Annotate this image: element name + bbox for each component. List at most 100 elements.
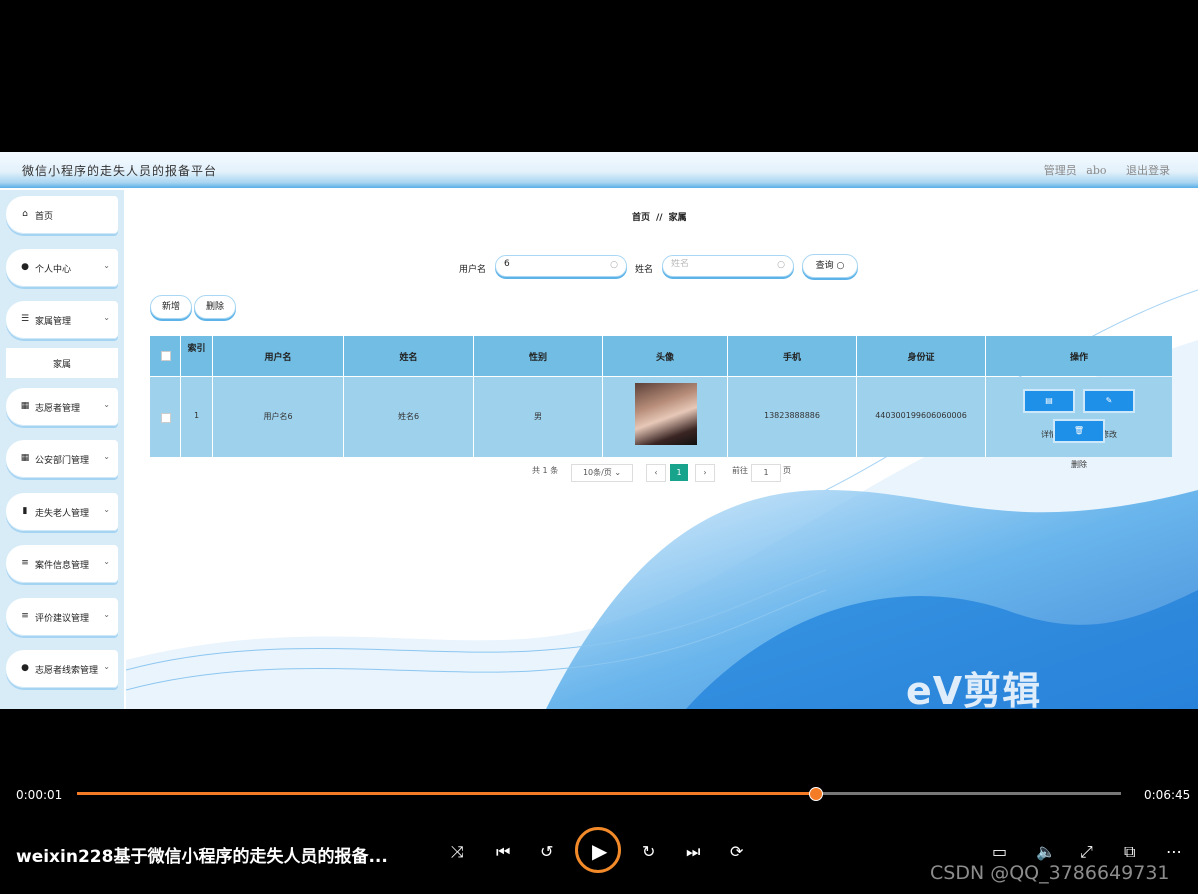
cell-gender: 男	[474, 377, 603, 457]
cell-index: 1	[181, 377, 213, 457]
row-delete-button-label: 删除	[1071, 460, 1087, 469]
more-icon[interactable]: ⋯	[1166, 842, 1182, 861]
breadcrumb: 首页 // 家属	[632, 210, 687, 223]
cell-id-card: 440300199606060006	[857, 377, 986, 457]
previous-icon[interactable]: ⏮	[496, 842, 510, 862]
sidebar-item-label: 家属管理	[35, 317, 72, 327]
pin-icon: ●	[21, 663, 29, 673]
header-ops: 操作	[986, 336, 1172, 376]
cell-username-value: 用户名6	[263, 412, 293, 421]
shuffle-icon[interactable]: ⤨	[451, 842, 464, 862]
progress-track[interactable]	[77, 787, 1121, 801]
rewind-10-icon[interactable]: ↺	[540, 842, 553, 861]
sidebar-item-feedback-management[interactable]: ≡ 评价建议管理 ⌄	[6, 598, 118, 636]
header-gender-label: 性别	[528, 353, 547, 363]
select-all-cell	[150, 336, 181, 376]
pager-total: 共 1 条	[532, 465, 558, 476]
sidebar-subitem-label: 家属	[52, 360, 71, 370]
cell-id-card-value: 440300199606060006	[875, 411, 967, 420]
sidebar-item-home[interactable]: ⌂ 首页	[6, 196, 118, 234]
name-search-label: 姓名	[635, 265, 654, 275]
progress-knob[interactable]	[809, 787, 824, 801]
sidebar-item-label: 志愿者管理	[35, 404, 81, 414]
main-content: 首页 // 家属 用户名 ○ 姓名 ○ 查询 ○ 新增 删除 索引 用户名 姓名 性…	[126, 190, 1198, 709]
breadcrumb-separator: //	[656, 213, 663, 223]
sliders-icon: ☰	[20, 314, 30, 324]
page-size-select[interactable]: 10条/页 ⌄	[571, 464, 633, 482]
search-icon: ○	[836, 261, 845, 271]
sidebar-item-police-management[interactable]: ▦ 公安部门管理 ⌄	[6, 440, 118, 478]
grid-icon: ▦	[20, 401, 30, 411]
progress-fill	[77, 792, 816, 795]
header-ops-label: 操作	[1069, 353, 1088, 363]
goto-page-input[interactable]: 1	[751, 464, 781, 482]
goto-suffix: 页	[783, 466, 791, 475]
header-avatar: 头像	[603, 336, 728, 376]
next-icon[interactable]: ⏭	[686, 842, 700, 862]
sidebar-item-volunteer-clue-management[interactable]: ● 志愿者线索管理 ⌄	[6, 650, 118, 688]
app-window: 微信小程序的走失人员的报备平台 管理员 abo 退出登录 ⌂ 首页 ● 个人中心…	[0, 152, 1198, 709]
pager-total-count: 1	[542, 466, 548, 475]
avatar	[635, 383, 697, 445]
table-header: 索引 用户名 姓名 性别 头像 手机 身份证 操作	[150, 336, 1172, 376]
detail-button[interactable]: ▤ 详情	[1023, 389, 1075, 439]
sidebar-item-case-management[interactable]: ≡ 案件信息管理 ⌄	[6, 545, 118, 583]
play-button[interactable]: ▶	[575, 827, 621, 873]
breadcrumb-current: 家属	[668, 213, 687, 223]
username-search-input[interactable]	[504, 259, 604, 269]
cell-phone-value: 13823888886	[764, 411, 820, 420]
chevron-down-icon: ⌄	[103, 610, 110, 619]
family-table: 索引 用户名 姓名 性别 头像 手机 身份证 操作 1 用户名6 姓名6 男 1…	[150, 336, 1172, 469]
sidebar-item-label: 首页	[35, 212, 54, 222]
play-icon: ▶	[592, 839, 608, 863]
pager-total-suffix: 条	[550, 466, 559, 475]
fullscreen-icon[interactable]: ⤢	[1080, 842, 1093, 862]
current-time: 0:00:01	[16, 788, 63, 802]
breadcrumb-home[interactable]: 首页	[632, 213, 650, 223]
header-username: 用户名	[213, 336, 344, 376]
forward-30-icon[interactable]: ↻	[642, 842, 655, 861]
sidebar-item-missing-elderly-management[interactable]: ▮ 走失老人管理 ⌄	[6, 493, 118, 531]
search-icon: ○	[777, 260, 785, 270]
username-search-field[interactable]: ○	[495, 255, 627, 277]
subtitles-icon[interactable]: ▭	[992, 842, 1007, 861]
chevron-down-icon: ⌄	[103, 557, 110, 566]
edit-button[interactable]: ✎ 修改	[1083, 389, 1135, 439]
cell-gender-value: 男	[534, 412, 542, 421]
name-search-input[interactable]	[671, 259, 771, 269]
sidebar-item-family-management[interactable]: ☰ 家属管理 ⌄	[6, 301, 118, 339]
next-page-button[interactable]: ›	[695, 464, 715, 482]
header-phone-label: 手机	[782, 353, 801, 363]
delete-button[interactable]: 删除	[194, 295, 236, 319]
sidebar-item-personal-center[interactable]: ● 个人中心 ⌄	[6, 249, 118, 287]
row-checkbox[interactable]	[161, 413, 171, 423]
sidebar-subitem-family[interactable]: 家属	[6, 348, 118, 378]
cell-avatar	[603, 377, 728, 457]
home-icon: ⌂	[22, 209, 28, 219]
header-username-label: 用户名	[264, 353, 292, 363]
page-1-button[interactable]: 1	[670, 464, 688, 481]
prev-page-button[interactable]: ‹	[646, 464, 666, 482]
chevron-down-icon: ⌄	[103, 313, 110, 322]
header-name: 姓名	[344, 336, 474, 376]
logout-link[interactable]: 退出登录	[1126, 164, 1170, 177]
video-player-controls: 0:00:01 0:06:45 weixin228基于微信小程序的走失人员的报备…	[0, 778, 1198, 894]
cell-name: 姓名6	[344, 377, 474, 457]
header-name-label: 姓名	[399, 353, 418, 363]
volume-icon[interactable]: 🔈	[1036, 842, 1056, 861]
add-button[interactable]: 新增	[150, 295, 192, 319]
role-label: 管理员	[1043, 164, 1077, 177]
header-index: 索引	[181, 336, 213, 376]
repeat-icon[interactable]: ⟳	[730, 842, 743, 861]
sidebar-item-volunteer-management[interactable]: ▦ 志愿者管理 ⌄	[6, 388, 118, 426]
header-phone: 手机	[728, 336, 857, 376]
select-all-checkbox[interactable]	[161, 351, 171, 361]
list-icon: ≡	[21, 558, 29, 568]
query-button[interactable]: 查询 ○	[802, 254, 858, 278]
cell-username: 用户名6	[213, 377, 344, 457]
miniplayer-icon[interactable]: ⧉	[1124, 842, 1135, 862]
chevron-down-icon: ⌄	[103, 400, 110, 409]
page-size-value: 10条/页	[582, 468, 612, 477]
row-delete-button[interactable]: 🗑 删除	[1053, 419, 1105, 469]
name-search-field[interactable]: ○	[662, 255, 794, 277]
